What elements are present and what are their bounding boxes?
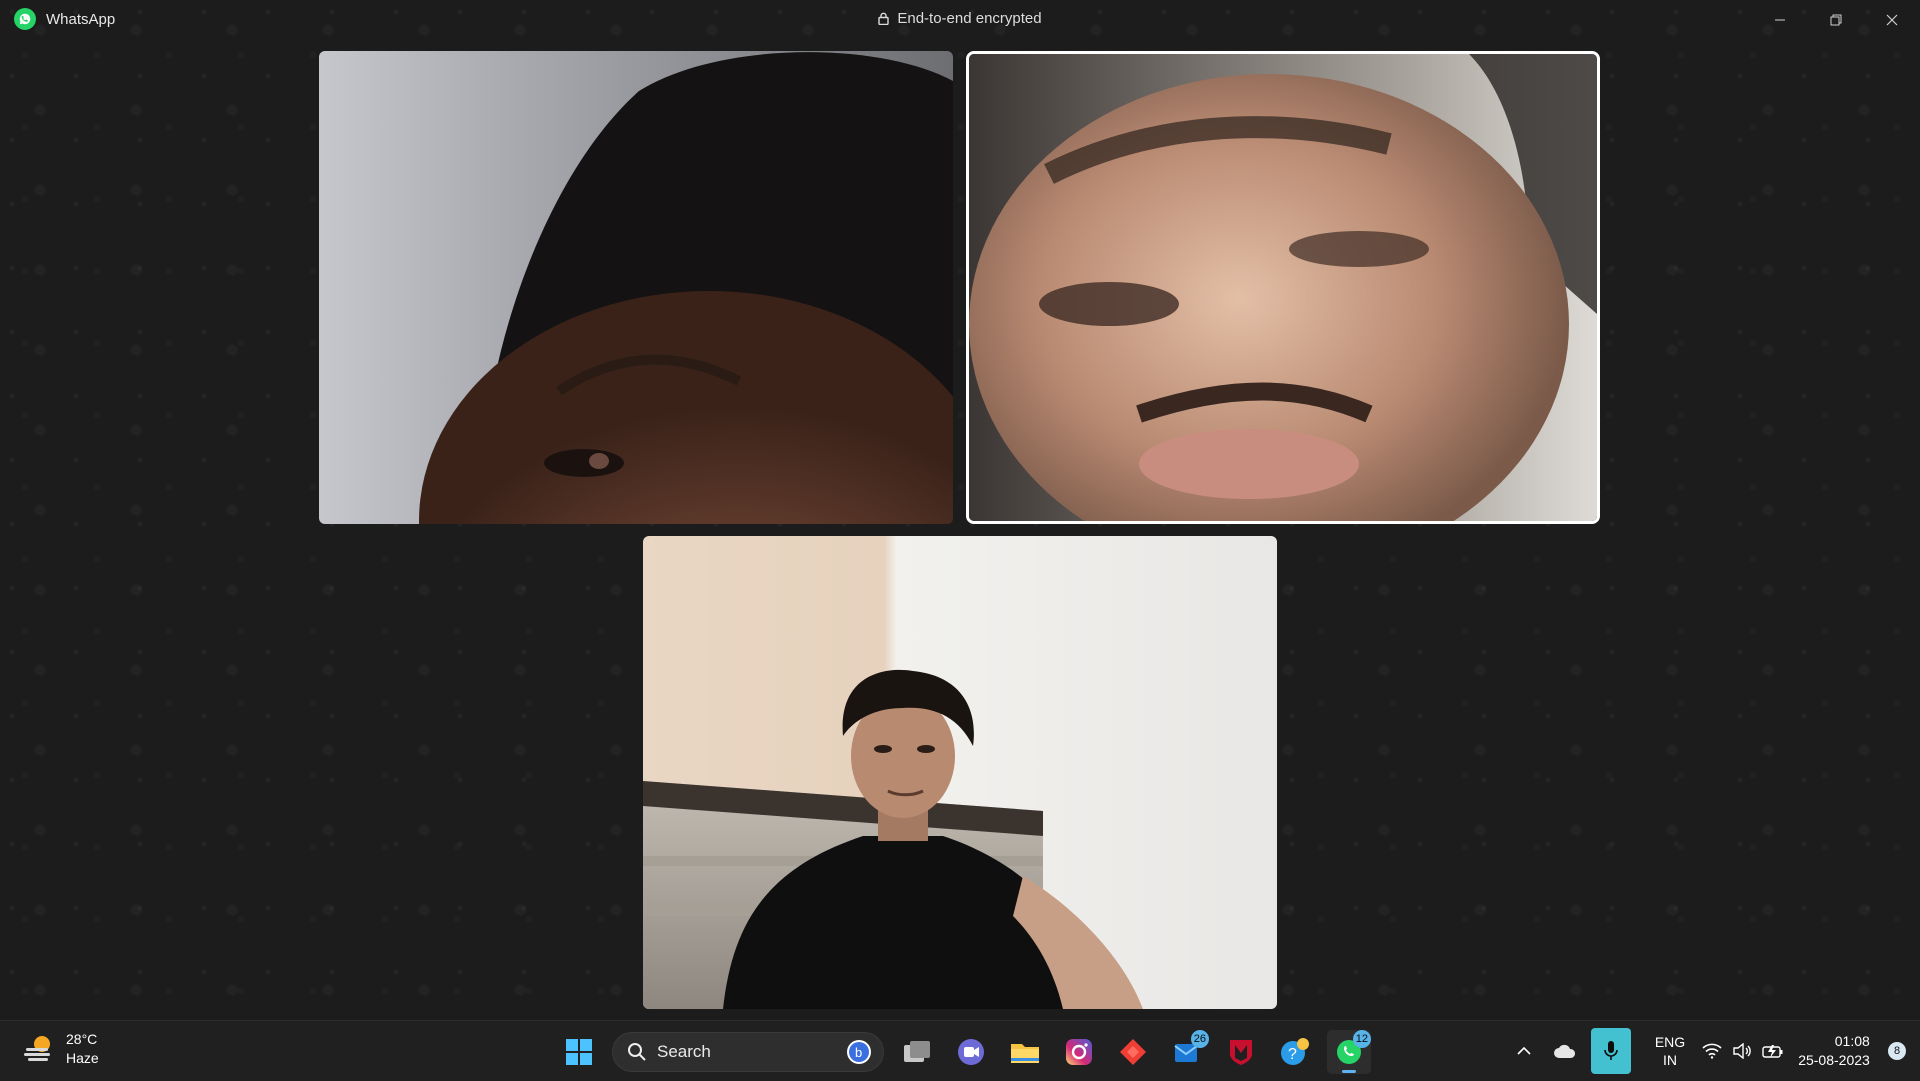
taskbar: 28°C Haze Search b 26 ? 12 ENG IN 01:08 … bbox=[0, 1020, 1920, 1081]
participant-video-2[interactable] bbox=[966, 51, 1600, 524]
clock-date: 25-08-2023 bbox=[1798, 1052, 1870, 1068]
encryption-text: End-to-end encrypted bbox=[897, 10, 1042, 27]
weather-temperature: 28°C bbox=[66, 1031, 98, 1047]
language-code: ENG bbox=[1654, 1034, 1686, 1050]
chevron-up-icon bbox=[1517, 1046, 1531, 1055]
start-button[interactable] bbox=[557, 1030, 601, 1074]
close-button[interactable] bbox=[1864, 0, 1920, 40]
task-view-icon bbox=[904, 1041, 930, 1062]
clock[interactable]: 01:08 25-08-2023 bbox=[1790, 1021, 1878, 1081]
taskbar-apps: Search b 26 ? 12 bbox=[552, 1030, 1376, 1074]
minimize-icon bbox=[1775, 19, 1785, 21]
instagram-icon bbox=[1066, 1039, 1092, 1065]
svg-text:?: ? bbox=[1288, 1046, 1297, 1063]
file-explorer-button[interactable] bbox=[1003, 1030, 1047, 1074]
search-label: Search bbox=[657, 1042, 711, 1061]
onedrive-button[interactable] bbox=[1544, 1021, 1586, 1081]
help-button[interactable]: ? bbox=[1273, 1030, 1317, 1074]
mcafee-button[interactable] bbox=[1219, 1030, 1263, 1074]
whatsapp-taskbar-button[interactable]: 12 bbox=[1327, 1030, 1371, 1074]
microphone-icon bbox=[1604, 1041, 1618, 1060]
restore-icon bbox=[1830, 14, 1842, 26]
meet-icon bbox=[958, 1039, 984, 1065]
notification-badge[interactable]: 8 bbox=[1888, 1042, 1906, 1060]
lock-icon bbox=[878, 12, 890, 25]
weather-widget[interactable]: 28°C Haze bbox=[22, 1030, 99, 1068]
window-controls bbox=[1752, 0, 1920, 40]
mail-app-button[interactable]: 26 bbox=[1165, 1030, 1209, 1074]
cloud-icon bbox=[1554, 1044, 1576, 1058]
battery-charging-icon bbox=[1762, 1045, 1783, 1058]
close-icon bbox=[1886, 14, 1898, 26]
encryption-status: End-to-end encrypted bbox=[0, 10, 1920, 27]
anydesk-button[interactable] bbox=[1111, 1030, 1155, 1074]
windows-start-icon bbox=[566, 1039, 592, 1065]
search-icon bbox=[628, 1043, 646, 1061]
language-switcher[interactable]: ENG IN bbox=[1644, 1021, 1696, 1081]
mail-badge: 26 bbox=[1190, 1030, 1209, 1048]
language-region: IN bbox=[1663, 1052, 1677, 1068]
clock-time: 01:08 bbox=[1834, 1033, 1870, 1049]
participant-video-1[interactable] bbox=[319, 51, 953, 524]
microphone-in-use-button[interactable] bbox=[1586, 1021, 1636, 1081]
instagram-button[interactable] bbox=[1057, 1030, 1101, 1074]
mcafee-icon bbox=[1230, 1040, 1252, 1065]
wifi-icon bbox=[1702, 1043, 1722, 1059]
haze-weather-icon bbox=[24, 1036, 50, 1061]
participant-video-3[interactable] bbox=[643, 536, 1277, 1009]
restore-button[interactable] bbox=[1808, 0, 1864, 40]
anydesk-icon bbox=[1120, 1039, 1146, 1065]
meet-app-button[interactable] bbox=[949, 1030, 993, 1074]
whatsapp-badge: 12 bbox=[1352, 1030, 1371, 1048]
system-tray: ENG IN 01:08 25-08-2023 8 bbox=[1504, 1021, 1920, 1081]
svg-text:b: b bbox=[855, 1045, 862, 1060]
help-icon: ? bbox=[1281, 1038, 1309, 1065]
weather-condition: Haze bbox=[66, 1050, 99, 1066]
minimize-button[interactable] bbox=[1752, 0, 1808, 40]
quick-settings-button[interactable] bbox=[1696, 1021, 1790, 1081]
taskbar-search[interactable]: Search b bbox=[612, 1032, 884, 1072]
bing-icon: b bbox=[847, 1040, 871, 1064]
whatsapp-call-window: WhatsApp End-to-end encrypted bbox=[0, 0, 1920, 1020]
show-hidden-icons-button[interactable] bbox=[1504, 1021, 1544, 1081]
title-bar: WhatsApp End-to-end encrypted bbox=[0, 0, 1920, 40]
file-explorer-icon bbox=[1011, 1044, 1039, 1063]
task-view-button[interactable] bbox=[895, 1030, 939, 1074]
volume-icon bbox=[1733, 1043, 1751, 1059]
